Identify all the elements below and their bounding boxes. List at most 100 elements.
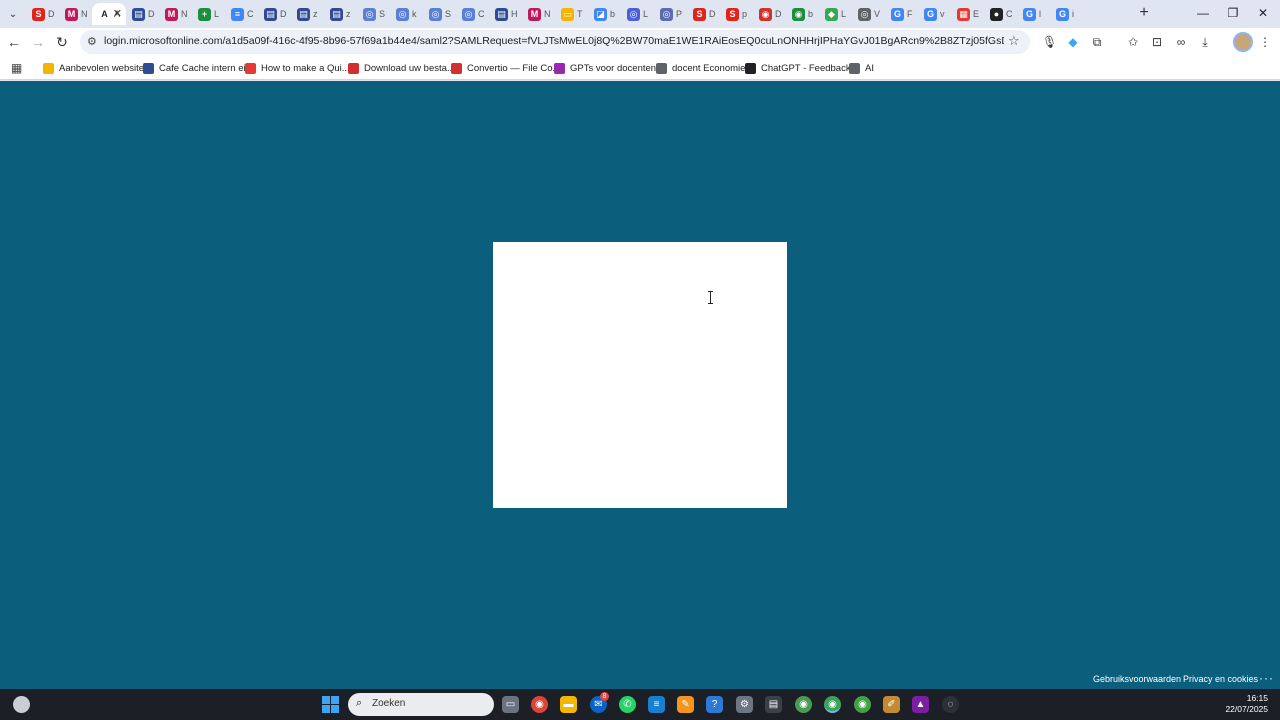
favorites-icon[interactable]: ✩ <box>1126 35 1140 49</box>
browser-tab[interactable]: ▦ E <box>951 3 984 25</box>
link-icon[interactable]: ∞ <box>1174 35 1188 49</box>
browser-tab[interactable]: ◎ L <box>621 3 654 25</box>
task-view-icon[interactable]: ▭ <box>502 696 519 713</box>
app-orange-icon[interactable]: ✎ <box>677 696 694 713</box>
footer-more-icon[interactable]: ··· <box>1259 671 1274 685</box>
tab-close-icon[interactable]: ✕ <box>113 7 122 20</box>
browser-tab[interactable]: ◪ b <box>588 3 621 25</box>
browser-tab[interactable]: Gv <box>918 3 951 25</box>
close-window-icon[interactable]: ✕ <box>1248 4 1278 22</box>
footer-terms-link[interactable]: Gebruiksvoorwaarden <box>1093 674 1181 684</box>
browser-tab[interactable]: + L <box>192 3 225 25</box>
mail-icon[interactable]: ✉ 8 <box>590 692 609 713</box>
tab-title: V <box>874 9 881 19</box>
notes-icon[interactable]: ≡ <box>648 696 665 713</box>
bookmark-favicon-icon <box>451 62 462 74</box>
browser-tab[interactable]: GF <box>885 3 918 25</box>
bookmark-item[interactable]: Download uw besta... <box>348 60 455 76</box>
bookmark-item[interactable]: How to make a Qui... <box>245 60 350 76</box>
tab-favicon-icon: G <box>1056 7 1069 21</box>
whatsapp-icon[interactable]: ✆ <box>619 696 636 713</box>
browser-tab[interactable]: MN <box>159 3 192 25</box>
browser-tab[interactable]: SD <box>687 3 720 25</box>
tab-favicon-icon: S <box>726 7 739 21</box>
settings-icon[interactable]: ⚙ <box>736 696 753 713</box>
browser-tab[interactable]: ▤ D <box>258 3 291 25</box>
back-icon[interactable]: ← <box>6 34 22 50</box>
tab-favicon-icon: M <box>65 7 78 21</box>
browser-tab[interactable]: SD <box>26 3 59 25</box>
browser-tab[interactable]: ◎ P <box>654 3 687 25</box>
browser-tab[interactable]: ▤ z <box>324 3 357 25</box>
url-text[interactable]: login.microsoftonline.com/a1d5a09f-416c-… <box>104 35 1004 47</box>
tab-title: D <box>775 9 782 19</box>
tab-title: C <box>1006 9 1013 19</box>
browser-tab[interactable]: Gi <box>1050 3 1083 25</box>
browser-tab[interactable]: ▤ D <box>126 3 159 25</box>
bookmark-item[interactable]: docent Economie <box>656 60 745 76</box>
browser-tab[interactable]: MN <box>59 3 92 25</box>
file-explorer-icon[interactable]: ▬ <box>560 696 577 713</box>
extension-diamond-icon[interactable]: ◆ <box>1066 35 1080 49</box>
app-brush-icon[interactable]: ✐ <box>883 696 900 713</box>
microphone-icon[interactable]: 🎙 <box>1042 35 1057 49</box>
browser-tab[interactable]: ▤ z <box>291 3 324 25</box>
help-icon[interactable]: ? <box>706 696 723 713</box>
new-tab-icon[interactable]: + <box>1136 5 1152 21</box>
weather-icon[interactable] <box>13 696 30 713</box>
restore-icon[interactable]: ❐ <box>1218 4 1248 22</box>
browser-tab[interactable]: ◎ S <box>357 3 390 25</box>
browser-tab[interactable]: ◎ k <box>390 3 423 25</box>
browser-tab[interactable]: ≡ C <box>225 3 258 25</box>
browser-tab[interactable]: ▤ H <box>489 3 522 25</box>
browser-tab[interactable]: ◉ D <box>753 3 786 25</box>
tab-title: L <box>214 9 220 19</box>
bookmark-item[interactable]: GPTs voor docenten... <box>554 60 664 76</box>
browser-tab[interactable]: ◎ C <box>456 3 489 25</box>
minimize-icon[interactable]: — <box>1188 4 1218 22</box>
bookmark-item[interactable]: Convertio — File Co... <box>451 60 560 76</box>
tab-favicon-icon: + <box>198 7 211 21</box>
bookmark-item[interactable]: AI <box>849 60 874 76</box>
bookmark-item[interactable]: ChatGPT - Feedback... <box>745 60 859 76</box>
tab-favicon-icon: A <box>101 9 108 19</box>
download-icon[interactable]: ⤓ <box>1198 35 1212 49</box>
tab-title: p <box>742 9 748 19</box>
tab-favicon-icon: M <box>165 7 178 21</box>
chrome-profile-icon[interactable]: ◉ <box>795 696 812 713</box>
address-bar[interactable]: ⚙ login.microsoftonline.com/a1d5a09f-416… <box>80 30 1030 54</box>
browser-tab[interactable]: ◎ S <box>423 3 456 25</box>
system-clock[interactable]: 16:15 22/07/2025 <box>1222 693 1268 715</box>
browser-tab[interactable]: ◉ b <box>786 3 819 25</box>
browser-tab[interactable]: ◆ L <box>819 3 852 25</box>
browser-tab[interactable]: ◎ V <box>852 3 885 25</box>
bookmark-item[interactable]: Cafe Cache intern ei... <box>143 60 254 76</box>
browser-tab[interactable]: ● C <box>984 3 1017 25</box>
app-purple-icon[interactable]: ▲ <box>912 696 929 713</box>
app-dark-icon[interactable]: ▤ <box>765 696 782 713</box>
bookmark-star-icon[interactable]: ☆ <box>1008 33 1020 49</box>
footer-privacy-link[interactable]: Privacy en cookies <box>1183 674 1258 684</box>
site-info-icon[interactable]: ⚙ <box>87 35 101 49</box>
chrome-second-icon[interactable]: ◉ <box>854 696 871 713</box>
start-windows-icon[interactable] <box>322 696 339 713</box>
extensions-puzzle-icon[interactable]: ⧉ <box>1090 35 1104 49</box>
screenshot-icon[interactable]: ⊡ <box>1150 35 1164 49</box>
reload-icon[interactable]: ↻ <box>54 34 70 50</box>
folder-icon <box>849 62 860 74</box>
browser-tab[interactable]: MN <box>522 3 555 25</box>
browser-tab[interactable]: ▭ T <box>555 3 588 25</box>
chrome-icon[interactable]: ◉ <box>531 696 548 713</box>
browser-tab[interactable]: A A ✕ <box>92 3 126 25</box>
browser-tab[interactable]: Gl <box>1017 3 1050 25</box>
menu-kebab-icon[interactable]: ⋮ <box>1258 35 1272 49</box>
forward-icon[interactable]: → <box>30 34 46 50</box>
app-loading-icon[interactable]: ◌ <box>942 696 959 713</box>
taskbar-search[interactable]: ⌕ Zoeken <box>348 693 494 716</box>
bookmark-item[interactable]: Aanbevolen websites <box>43 60 149 76</box>
profile-avatar[interactable] <box>1233 32 1253 52</box>
browser-tab[interactable]: Sp <box>720 3 753 25</box>
chrome-active-icon[interactable]: ◉ <box>824 696 841 713</box>
apps-grid-icon[interactable]: ▦ <box>11 61 22 75</box>
tab-search-icon[interactable]: ⌄ <box>4 5 22 23</box>
